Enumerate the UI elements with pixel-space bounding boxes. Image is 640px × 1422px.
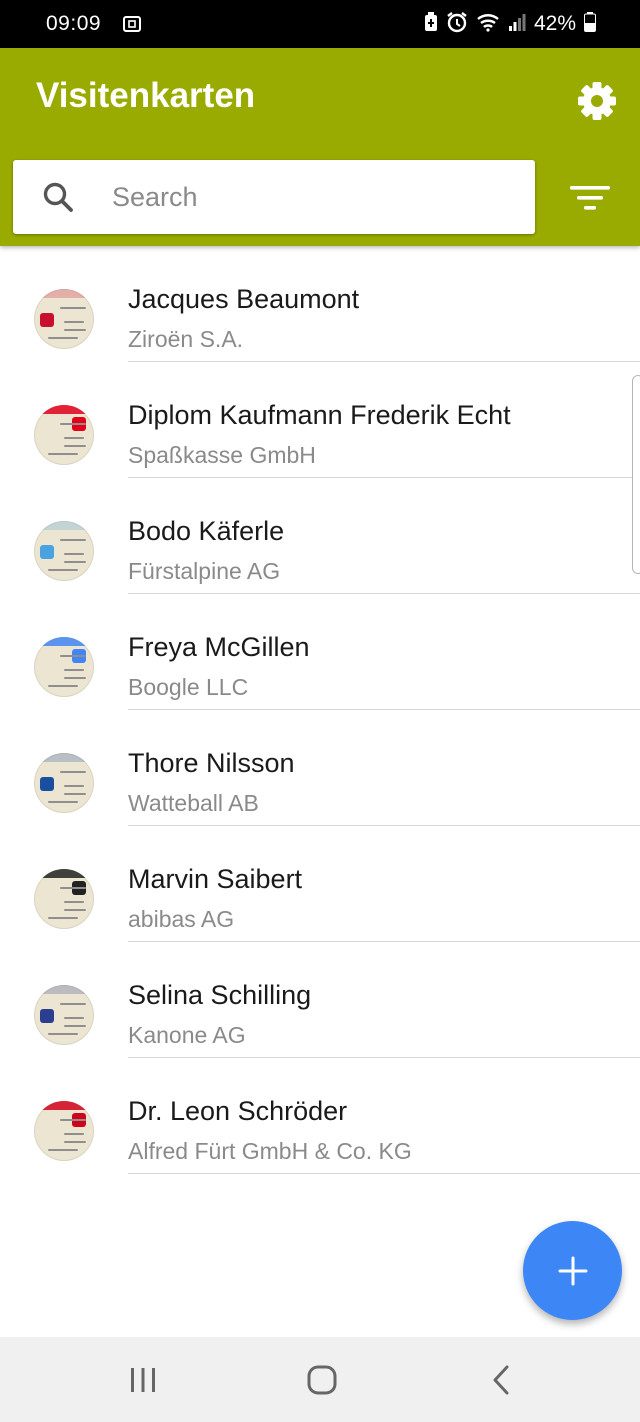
contact-list-item[interactable]: Selina Schilling Kanone AG bbox=[0, 942, 640, 1058]
settings-button[interactable] bbox=[574, 78, 620, 124]
contact-list-item[interactable]: Dr. Leon Schröder Alfred Fürt GmbH & Co. … bbox=[0, 1058, 640, 1174]
search-bar bbox=[13, 160, 535, 234]
recents-button[interactable] bbox=[98, 1337, 188, 1422]
search-input[interactable] bbox=[110, 180, 494, 214]
status-time: 09:09 bbox=[46, 12, 102, 35]
app-bar: Visitenkarten bbox=[0, 48, 640, 246]
signal-icon bbox=[508, 13, 526, 36]
contact-company: abibas AG bbox=[128, 906, 235, 932]
business-card-thumbnail bbox=[34, 637, 94, 697]
business-card-thumbnail bbox=[34, 753, 94, 813]
contact-list-item[interactable]: Thore Nilsson Watteball AB bbox=[0, 710, 640, 826]
contact-name: Selina Schilling bbox=[128, 980, 312, 1010]
contact-company: Fürstalpine AG bbox=[128, 558, 281, 584]
filter-icon bbox=[570, 186, 610, 210]
business-card-thumbnail bbox=[34, 1101, 94, 1161]
business-card-thumbnail bbox=[34, 289, 94, 349]
status-bar: 09:09 42% bbox=[0, 0, 640, 48]
home-icon bbox=[307, 1365, 337, 1394]
contact-name: Marvin Saibert bbox=[128, 864, 303, 894]
contact-company: Watteball AB bbox=[128, 790, 259, 816]
wifi-icon bbox=[476, 12, 500, 37]
contact-company: Boogle LLC bbox=[128, 674, 249, 700]
contact-list-item[interactable]: Diplom Kaufmann Frederik Echt Spaßkasse G… bbox=[0, 362, 640, 478]
add-contact-button[interactable] bbox=[523, 1221, 622, 1320]
divider bbox=[128, 1173, 640, 1174]
contact-company: Alfred Fürt GmbH & Co. KG bbox=[128, 1138, 412, 1164]
contact-name: Diplom Kaufmann Frederik Echt bbox=[128, 400, 511, 430]
contact-list-item[interactable]: Freya McGillen Boogle LLC bbox=[0, 594, 640, 710]
search-icon bbox=[40, 179, 76, 215]
contact-list-item[interactable]: Marvin Saibert abibas AG bbox=[0, 826, 640, 942]
gear-icon bbox=[578, 82, 616, 120]
contact-name: Freya McGillen bbox=[128, 632, 310, 662]
back-button[interactable] bbox=[456, 1337, 546, 1422]
contact-company: Ziroën S.A. bbox=[128, 326, 244, 352]
battery-saver-icon bbox=[424, 11, 438, 37]
contact-list-item[interactable]: Jacques Beaumont Ziroën S.A. bbox=[0, 246, 640, 362]
business-card-thumbnail bbox=[34, 869, 94, 929]
back-icon bbox=[493, 1365, 509, 1394]
contact-company: Spaßkasse GmbH bbox=[128, 442, 316, 468]
navigation-bar bbox=[0, 1337, 640, 1422]
page-title: Visitenkarten bbox=[36, 76, 256, 115]
contact-name: Dr. Leon Schröder bbox=[128, 1096, 348, 1126]
screenshot-icon bbox=[123, 16, 142, 32]
business-card-thumbnail bbox=[34, 521, 94, 581]
filter-button[interactable] bbox=[563, 180, 617, 216]
contact-name: Bodo Käferle bbox=[128, 516, 285, 546]
contact-list-item[interactable]: Bodo Käferle Fürstalpine AG bbox=[0, 478, 640, 594]
scrollbar[interactable] bbox=[632, 375, 640, 574]
plus-icon bbox=[558, 1256, 587, 1285]
contact-company: Kanone AG bbox=[128, 1022, 246, 1048]
contact-name: Jacques Beaumont bbox=[128, 284, 360, 314]
battery-icon bbox=[584, 11, 596, 37]
home-button[interactable] bbox=[277, 1337, 367, 1422]
business-card-thumbnail bbox=[34, 405, 94, 465]
recents-icon bbox=[131, 1367, 155, 1392]
contact-list: Jacques Beaumont Ziroën S.A. Diplom Kaufma… bbox=[0, 246, 640, 1174]
alarm-icon bbox=[446, 11, 468, 38]
business-card-thumbnail bbox=[34, 985, 94, 1045]
contact-name: Thore Nilsson bbox=[128, 748, 295, 778]
battery-percent: 42% bbox=[533, 12, 576, 35]
